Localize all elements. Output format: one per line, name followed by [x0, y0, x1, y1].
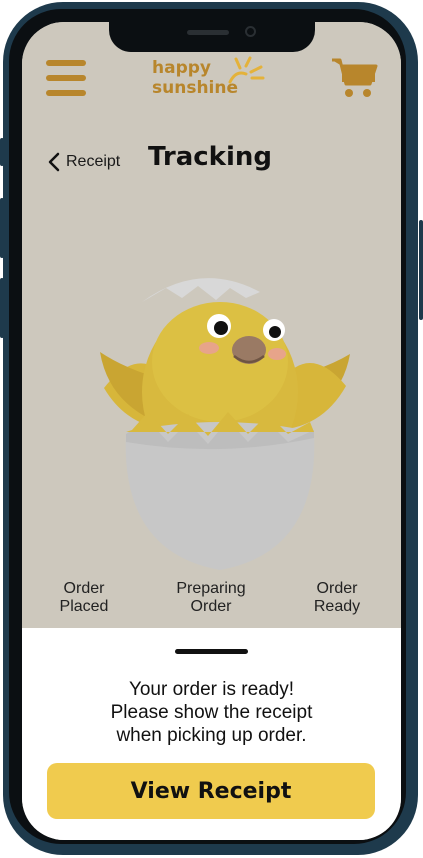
menu-icon[interactable]	[46, 60, 86, 96]
notch	[109, 22, 315, 52]
sheet-drag-handle[interactable]	[175, 649, 248, 654]
back-label: Receipt	[66, 153, 121, 170]
chevron-left-icon	[48, 152, 60, 172]
view-receipt-button[interactable]: View Receipt	[47, 763, 375, 819]
order-status-steps: Order Placed Preparing Order Order Ready	[22, 580, 401, 620]
brand-logo[interactable]: happy sunshine	[152, 56, 272, 106]
chick-illustration	[100, 278, 350, 570]
order-ready-message: Your order is ready! Please show the rec…	[110, 679, 313, 746]
volume-up-button	[0, 198, 4, 258]
back-button[interactable]: Receipt	[46, 150, 120, 174]
volume-down-button	[0, 278, 4, 338]
step-order-ready: Order Ready	[313, 580, 361, 615]
front-camera	[245, 26, 256, 37]
step-preparing-order: Preparing Order	[176, 580, 246, 615]
sun-icon	[228, 56, 265, 84]
power-button	[419, 220, 423, 320]
cart-icon[interactable]	[330, 56, 378, 100]
step-order-placed: Order Placed	[59, 580, 109, 615]
app-screen: happy sunshine Receipt Tracking Order Pl…	[22, 22, 401, 840]
page-title: Tracking	[148, 142, 272, 172]
mute-switch	[0, 138, 4, 166]
order-ready-sheet: Your order is ready! Please show the rec…	[22, 628, 401, 840]
speaker	[187, 30, 229, 35]
